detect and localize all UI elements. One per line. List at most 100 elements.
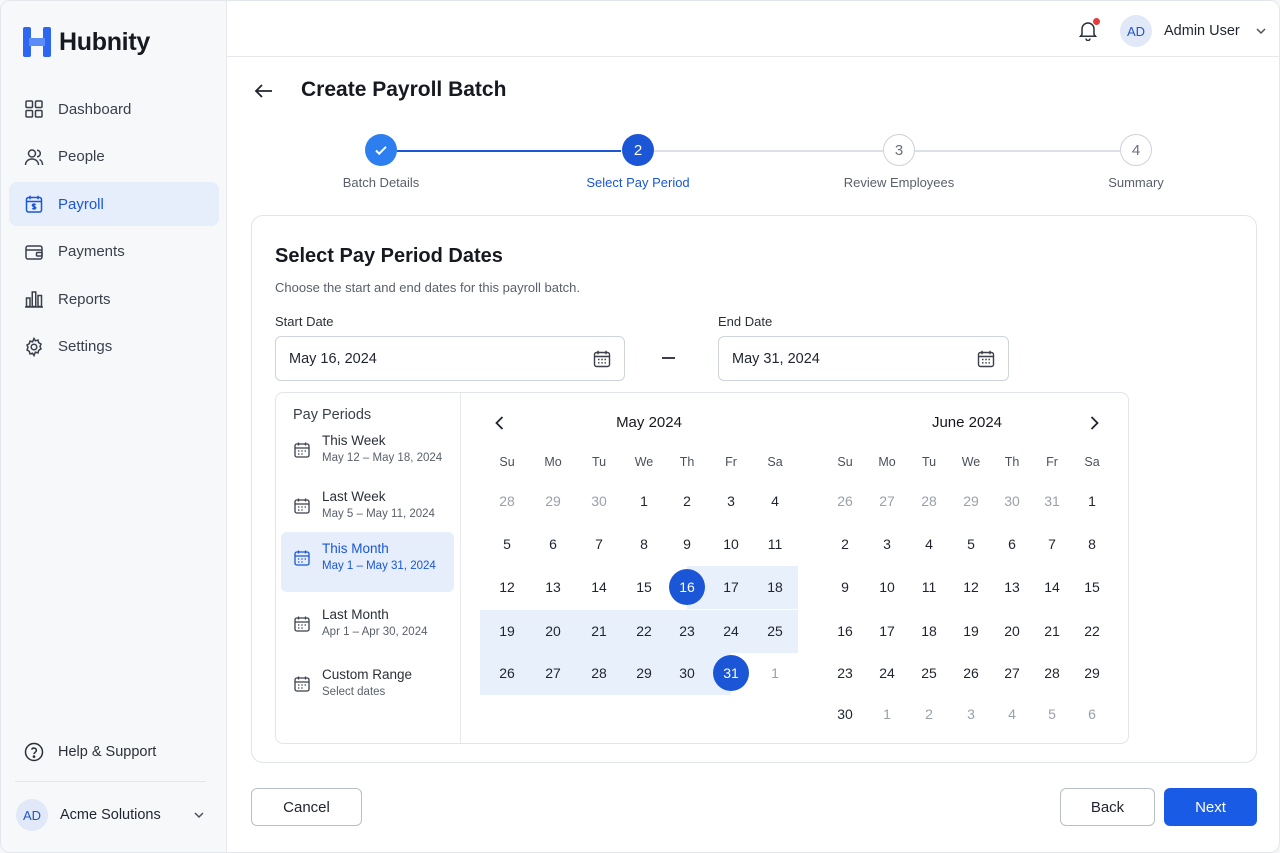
calendar-day[interactable]: 5 (953, 526, 989, 562)
preset-this-month[interactable]: This Month May 1 – May 31, 2024 (281, 532, 454, 592)
step-1-indicator[interactable] (365, 134, 397, 166)
prev-month-icon[interactable] (489, 412, 511, 434)
calendar-day[interactable]: 29 (953, 483, 989, 519)
calendar-day[interactable]: 19 (489, 613, 525, 649)
calendar-icon[interactable] (592, 349, 612, 369)
calendar-day[interactable]: 20 (535, 613, 571, 649)
calendar-day-selected[interactable]: 31 (713, 655, 749, 691)
calendar-day[interactable]: 3 (713, 483, 749, 519)
calendar-day[interactable]: 30 (581, 483, 617, 519)
calendar-day[interactable]: 23 (669, 613, 705, 649)
calendar-day[interactable]: 12 (489, 569, 525, 605)
calendar-day[interactable]: 9 (669, 526, 705, 562)
calendar-day[interactable]: 1 (626, 483, 662, 519)
calendar-day[interactable]: 2 (827, 526, 863, 562)
calendar-day[interactable]: 5 (489, 526, 525, 562)
start-date-input[interactable]: May 16, 2024 (275, 336, 625, 381)
calendar-day[interactable]: 10 (869, 569, 905, 605)
calendar-day[interactable]: 23 (827, 655, 863, 691)
next-month-icon[interactable] (1083, 412, 1105, 434)
sidebar-item-settings[interactable]: Settings (9, 325, 219, 369)
calendar-day[interactable]: 15 (1074, 569, 1110, 605)
calendar-day[interactable]: 30 (827, 696, 863, 732)
calendar-day-selected[interactable]: 16 (669, 569, 705, 605)
calendar-day[interactable]: 4 (994, 696, 1030, 732)
calendar-day[interactable]: 15 (626, 569, 662, 605)
calendar-day[interactable]: 28 (489, 483, 525, 519)
calendar-day[interactable]: 4 (911, 526, 947, 562)
calendar-day[interactable]: 28 (1034, 655, 1070, 691)
calendar-day[interactable]: 21 (581, 613, 617, 649)
step-4-indicator[interactable]: 4 (1120, 134, 1152, 166)
calendar-day[interactable]: 12 (953, 569, 989, 605)
calendar-day[interactable]: 5 (1034, 696, 1070, 732)
calendar-day[interactable]: 11 (911, 569, 947, 605)
calendar-day[interactable]: 1 (757, 655, 793, 691)
calendar-day[interactable]: 2 (911, 696, 947, 732)
calendar-day[interactable]: 27 (535, 655, 571, 691)
calendar-day[interactable]: 7 (1034, 526, 1070, 562)
calendar-day[interactable]: 6 (535, 526, 571, 562)
calendar-day[interactable]: 29 (1074, 655, 1110, 691)
calendar-day[interactable]: 20 (994, 613, 1030, 649)
back-arrow-icon[interactable] (253, 80, 275, 102)
calendar-day[interactable]: 11 (757, 526, 793, 562)
calendar-day[interactable]: 1 (1074, 483, 1110, 519)
calendar-day[interactable]: 13 (535, 569, 571, 605)
calendar-day[interactable]: 21 (1034, 613, 1070, 649)
calendar-day[interactable]: 8 (1074, 526, 1110, 562)
calendar-day[interactable]: 3 (953, 696, 989, 732)
brand-logo[interactable]: Hubnity (23, 27, 150, 57)
calendar-day[interactable]: 22 (1074, 613, 1110, 649)
calendar-day[interactable]: 30 (994, 483, 1030, 519)
calendar-day[interactable]: 2 (669, 483, 705, 519)
back-button[interactable]: Back (1060, 788, 1155, 826)
calendar-day[interactable]: 8 (626, 526, 662, 562)
calendar-day[interactable]: 26 (953, 655, 989, 691)
sidebar-item-people[interactable]: People (9, 135, 219, 179)
preset-last-month[interactable]: Last Month Apr 1 – Apr 30, 2024 (281, 598, 454, 658)
calendar-icon[interactable] (976, 349, 996, 369)
help-support-link[interactable]: Help & Support (24, 742, 156, 762)
end-date-input[interactable]: May 31, 2024 (718, 336, 1009, 381)
calendar-day[interactable]: 28 (581, 655, 617, 691)
calendar-day[interactable]: 7 (581, 526, 617, 562)
calendar-day[interactable]: 18 (757, 569, 793, 605)
preset-custom-range[interactable]: Custom Range Select dates (281, 658, 454, 718)
next-button[interactable]: Next (1164, 788, 1257, 826)
calendar-day[interactable]: 10 (713, 526, 749, 562)
calendar-day[interactable]: 6 (994, 526, 1030, 562)
calendar-day[interactable]: 13 (994, 569, 1030, 605)
calendar-day[interactable]: 31 (1034, 483, 1070, 519)
calendar-day[interactable]: 30 (669, 655, 705, 691)
calendar-day[interactable]: 28 (911, 483, 947, 519)
calendar-day[interactable]: 25 (757, 613, 793, 649)
user-menu[interactable]: AD Admin User (1120, 15, 1268, 47)
calendar-day[interactable]: 4 (757, 483, 793, 519)
calendar-day[interactable]: 17 (869, 613, 905, 649)
calendar-day[interactable]: 1 (869, 696, 905, 732)
sidebar-item-payroll[interactable]: Payroll (9, 182, 219, 226)
calendar-day[interactable]: 16 (827, 613, 863, 649)
calendar-day[interactable]: 29 (535, 483, 571, 519)
calendar-day[interactable]: 14 (1034, 569, 1070, 605)
calendar-day[interactable]: 29 (626, 655, 662, 691)
calendar-day[interactable]: 22 (626, 613, 662, 649)
calendar-day[interactable]: 9 (827, 569, 863, 605)
calendar-day[interactable]: 18 (911, 613, 947, 649)
calendar-day[interactable]: 17 (713, 569, 749, 605)
calendar-day[interactable]: 3 (869, 526, 905, 562)
calendar-day[interactable]: 27 (869, 483, 905, 519)
preset-last-week[interactable]: Last Week May 5 – May 11, 2024 (281, 480, 454, 540)
sidebar-item-payments[interactable]: Payments (9, 230, 219, 274)
calendar-day[interactable]: 24 (713, 613, 749, 649)
calendar-day[interactable]: 27 (994, 655, 1030, 691)
step-3-indicator[interactable]: 3 (883, 134, 915, 166)
calendar-day[interactable]: 24 (869, 655, 905, 691)
preset-this-week[interactable]: This Week May 12 – May 18, 2024 (281, 424, 454, 484)
sidebar-item-reports[interactable]: Reports (9, 277, 219, 321)
calendar-day[interactable]: 25 (911, 655, 947, 691)
step-2-indicator[interactable]: 2 (622, 134, 654, 166)
org-switcher[interactable]: AD Acme Solutions (16, 799, 206, 831)
calendar-day[interactable]: 14 (581, 569, 617, 605)
